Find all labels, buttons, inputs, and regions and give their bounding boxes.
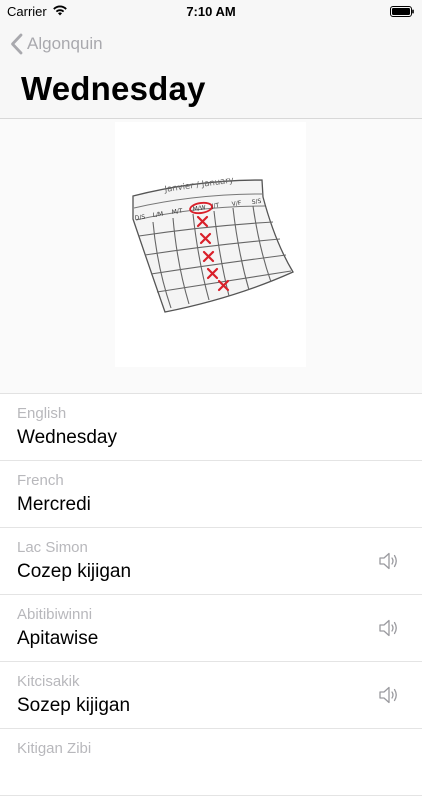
day-label: L/M	[152, 211, 163, 219]
back-label: Algonquin	[27, 34, 103, 53]
word-value: Mercredi	[17, 494, 91, 515]
language-label: Kitcisakik	[17, 673, 80, 690]
language-label: Lac Simon	[17, 539, 88, 556]
list-item-kitcisakik[interactable]: Kitcisakik Sozep kijigan	[0, 662, 422, 729]
battery-icon	[390, 6, 414, 17]
list-item-abitibiwinni[interactable]: Abitibiwinni Apitawise	[0, 595, 422, 662]
list-item-lac-simon[interactable]: Lac Simon Cozep kijigan	[0, 528, 422, 595]
speaker-icon[interactable]	[378, 685, 400, 705]
calendar-illustration: Janvier / January D/S L/M M/T M/W J/T V/…	[115, 122, 306, 367]
language-label: Abitibiwinni	[17, 606, 93, 623]
word-value: Apitawise	[17, 628, 99, 649]
navigation-bar: Algonquin Wednesday	[0, 24, 422, 119]
day-label: D/S	[134, 214, 146, 222]
list-item-kitigan-zibi: Kitigan Zibi	[0, 729, 422, 796]
list-item-french: French Mercredi	[0, 461, 422, 528]
illustration-area: Janvier / January D/S L/M M/T M/W J/T V/…	[0, 119, 422, 394]
page-title: Wednesday	[21, 70, 206, 107]
word-value: Sozep kijigan	[17, 695, 131, 716]
language-label: Kitigan Zibi	[17, 740, 92, 757]
word-value: Wednesday	[17, 427, 117, 448]
back-button[interactable]: Algonquin	[10, 32, 103, 56]
translation-list: English Wednesday French Mercredi Lac Si…	[0, 394, 422, 796]
language-label: English	[17, 405, 67, 422]
list-item-english: English Wednesday	[0, 394, 422, 461]
language-label: French	[17, 472, 64, 489]
day-label: S/S	[251, 198, 262, 206]
chevron-left-icon	[11, 33, 23, 55]
calendar-drawing: Janvier / January D/S L/M M/T M/W J/T V/…	[132, 175, 294, 313]
word-value: Cozep kijigan	[17, 561, 132, 582]
clock: 7:10 AM	[186, 4, 236, 19]
speaker-icon[interactable]	[378, 618, 400, 638]
status-bar: Carrier 7:10 AM	[0, 0, 422, 24]
speaker-icon[interactable]	[378, 551, 400, 571]
day-label: V/F	[231, 200, 242, 208]
